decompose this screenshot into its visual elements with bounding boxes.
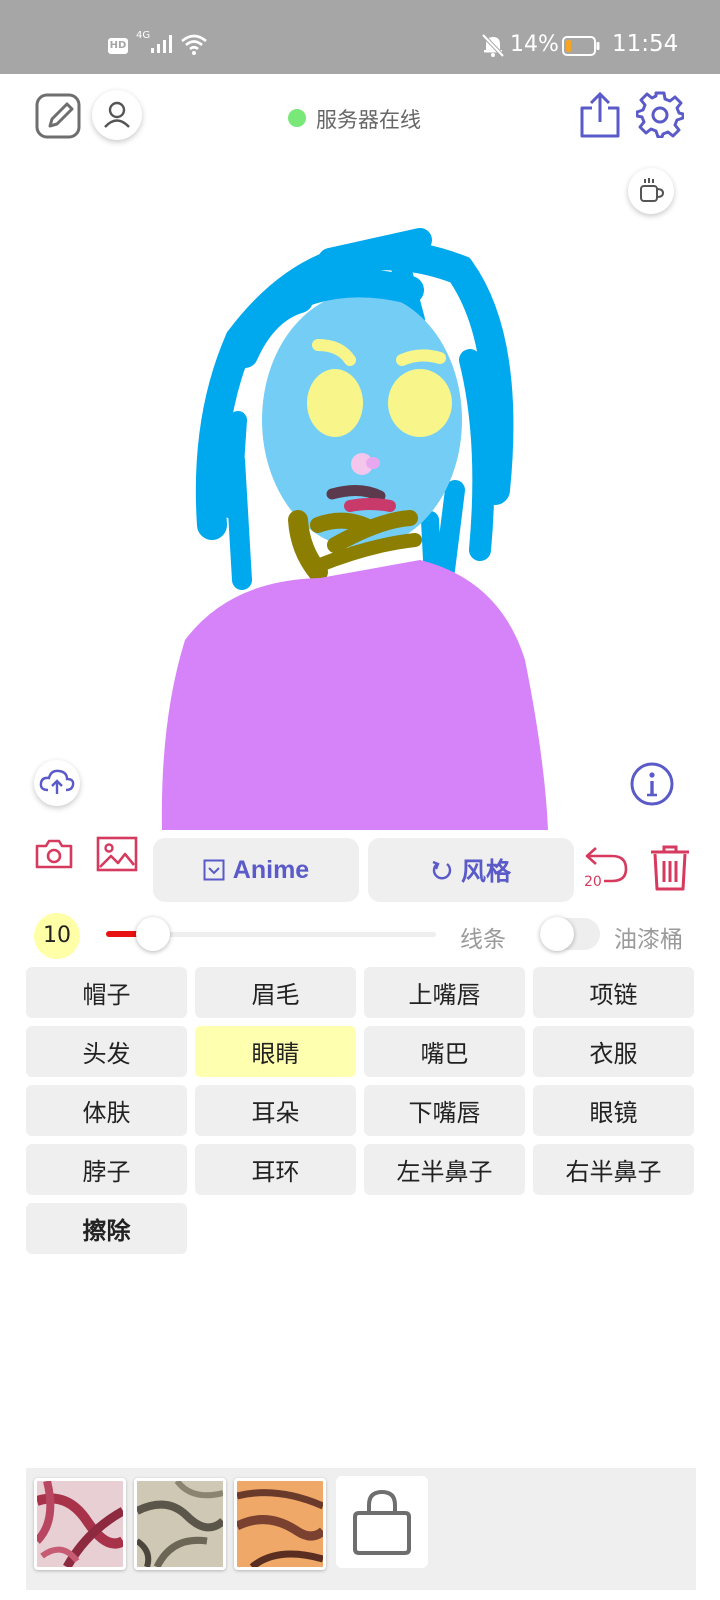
part-right-nose[interactable]: 右半鼻子 <box>533 1144 694 1195</box>
part-hair[interactable]: 头发 <box>26 1026 187 1077</box>
part-clothes[interactable]: 衣服 <box>533 1026 694 1077</box>
part-necklace[interactable]: 项链 <box>533 967 694 1018</box>
eye-left <box>307 369 363 437</box>
info-icon <box>630 762 674 806</box>
part-eyes[interactable]: 眼睛 <box>195 1026 356 1077</box>
bell-muted-icon <box>481 33 505 58</box>
edit-button[interactable] <box>34 92 82 140</box>
edit-icon <box>35 93 81 139</box>
part-mouth[interactable]: 嘴巴 <box>364 1026 525 1077</box>
style-preview-stone <box>137 1481 223 1567</box>
eyebrow-right <box>396 349 446 366</box>
style-preview-orange <box>237 1481 323 1567</box>
cloud-upload-icon <box>39 769 75 794</box>
refresh-icon <box>432 860 452 880</box>
network-type: 4G <box>136 30 151 41</box>
upload-button[interactable] <box>34 760 80 806</box>
undo-count: 20 <box>584 874 602 890</box>
wifi-icon <box>181 34 207 55</box>
nose-right <box>366 457 380 469</box>
part-left-nose[interactable]: 左半鼻子 <box>364 1144 525 1195</box>
bucket-mode-label: 油漆桶 <box>614 927 683 953</box>
style-thumbnail-2[interactable] <box>134 1478 226 1570</box>
gallery-button[interactable] <box>96 834 138 874</box>
style-store-button[interactable] <box>336 1476 428 1568</box>
brush-size-slider-thumb[interactable] <box>136 917 170 951</box>
drawing-canvas[interactable] <box>0 160 720 830</box>
share-button[interactable] <box>578 90 622 140</box>
style-preview-red <box>37 1481 123 1567</box>
signal-icon <box>151 35 172 53</box>
settings-button[interactable] <box>635 90 685 139</box>
server-status-dot <box>288 109 306 127</box>
bucket-toggle-thumb[interactable] <box>540 917 574 951</box>
user-icon <box>104 101 130 128</box>
part-skin[interactable]: 体肤 <box>26 1085 187 1136</box>
part-lower-lip[interactable]: 下嘴唇 <box>364 1085 525 1136</box>
part-hat[interactable]: 帽子 <box>26 967 187 1018</box>
style-button[interactable]: 风格 <box>368 838 574 902</box>
battery-percent: 14% <box>510 32 559 57</box>
hd-badge: HD <box>108 38 128 54</box>
part-eyebrows[interactable]: 眉毛 <box>195 967 356 1018</box>
info-button[interactable] <box>628 760 676 808</box>
clock: 11:54 <box>612 31 679 57</box>
anime-label: Anime <box>232 855 310 884</box>
shopping-bag-icon <box>353 1489 411 1555</box>
delete-button[interactable] <box>648 844 692 892</box>
style-label: 风格 <box>460 858 511 886</box>
trash-icon <box>651 845 689 891</box>
camera-button[interactable] <box>34 834 74 874</box>
eye-right <box>388 369 452 437</box>
necklace-strokes <box>288 510 422 582</box>
line-mode-label: 线条 <box>460 927 506 953</box>
image-icon <box>96 836 138 872</box>
part-glasses[interactable]: 眼镜 <box>533 1085 694 1136</box>
style-thumbnail-1[interactable] <box>34 1478 126 1570</box>
part-neck[interactable]: 脖子 <box>26 1144 187 1195</box>
style-thumbnail-3[interactable] <box>234 1478 326 1570</box>
lower-lip <box>344 498 396 512</box>
camera-icon <box>35 839 73 869</box>
battery-icon <box>562 36 600 56</box>
gear-icon <box>635 91 685 139</box>
clothes-fill <box>161 560 548 830</box>
part-eraser[interactable]: 擦除 <box>26 1203 187 1254</box>
anime-button[interactable]: Anime <box>153 838 359 902</box>
share-icon <box>580 91 620 138</box>
upper-lip <box>326 485 386 502</box>
part-upper-lip[interactable]: 上嘴唇 <box>364 967 525 1018</box>
part-ears[interactable]: 耳朵 <box>195 1085 356 1136</box>
checkbox-icon <box>203 859 225 881</box>
server-status: 服务器在线 <box>316 108 421 132</box>
part-earrings[interactable]: 耳环 <box>195 1144 356 1195</box>
user-button[interactable] <box>92 90 142 140</box>
brush-size-badge: 10 <box>34 913 80 959</box>
